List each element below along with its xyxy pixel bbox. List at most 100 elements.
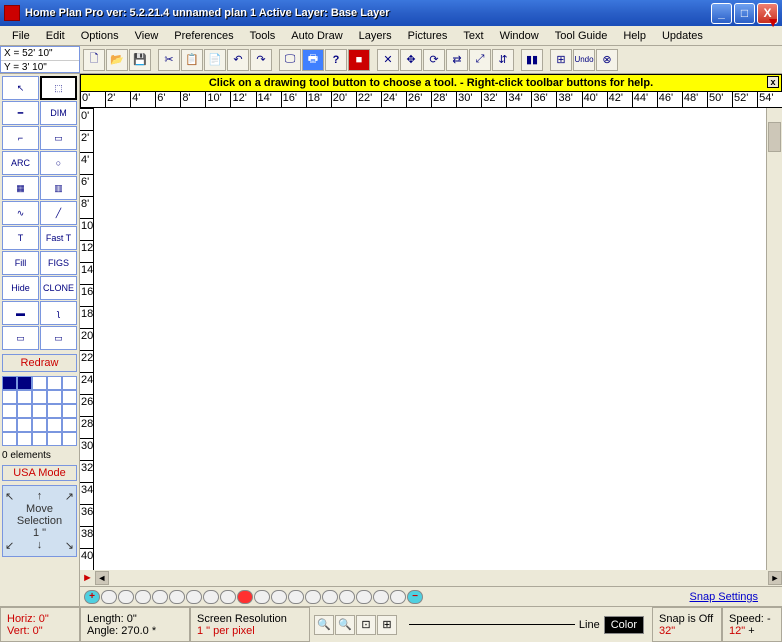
screen-button[interactable]: 🖵 [279,49,301,71]
horizontal-scrollbar[interactable]: ► ◄ ► [80,570,782,586]
vertical-scrollbar[interactable] [766,108,782,570]
help-button[interactable]: ? [325,49,347,71]
flip-button[interactable]: ⇄ [446,49,468,71]
drawing-canvas[interactable] [94,108,766,570]
palette-cell[interactable] [17,376,32,390]
tool-rect[interactable]: ▭ [40,126,77,150]
line-style-display[interactable]: Line Color [401,607,652,642]
menu-layers[interactable]: Layers [351,28,400,44]
usa-mode[interactable]: USA Mode [2,465,77,481]
save-button[interactable]: 💾 [129,49,151,71]
menu-auto-draw[interactable]: Auto Draw [283,28,350,44]
snap-dot-18[interactable] [390,590,406,604]
tool-clone[interactable]: CLONE [40,276,77,300]
palette-cell[interactable] [62,404,77,418]
palette-cell[interactable] [2,404,17,418]
speed-minus[interactable]: - [767,613,771,625]
palette-cell[interactable] [47,390,62,404]
menu-help[interactable]: Help [615,28,654,44]
tool-dim[interactable]: DIM [40,101,77,125]
palette-cell[interactable] [47,376,62,390]
snap-settings-link[interactable]: Snap Settings [690,591,779,603]
menu-file[interactable]: File [4,28,38,44]
arrow-down-icon[interactable]: ↓ [37,539,43,552]
zoom-out-button[interactable]: 🔍 [335,615,355,635]
snap-dot-14[interactable] [322,590,338,604]
palette-cell[interactable] [47,404,62,418]
menu-updates[interactable]: Updates [654,28,711,44]
snap-dot-0[interactable]: + [84,590,100,604]
palette-cell[interactable] [32,404,47,418]
snap-dot-9[interactable] [237,590,253,604]
snap-dot-4[interactable] [152,590,168,604]
palette-cell[interactable] [62,432,77,446]
cut-button[interactable]: ✂ [158,49,180,71]
palette-cell[interactable] [32,418,47,432]
palette-cell[interactable] [62,390,77,404]
snap-dot-5[interactable] [169,590,185,604]
tool-door[interactable]: ⌐ [2,126,39,150]
scroll-thumb[interactable] [768,122,781,152]
palette-cell[interactable] [32,376,47,390]
menu-view[interactable]: View [127,28,167,44]
zoom-100-button[interactable]: ⊞ [377,615,397,635]
copy-button[interactable]: 📋 [181,49,203,71]
undo2-button[interactable]: Undo [573,49,595,71]
layers-button[interactable]: ▮▮ [521,49,543,71]
tool-arc[interactable]: ARC [2,151,39,175]
new-button[interactable]: 🗋 [83,49,105,71]
arrow-down-left-icon[interactable]: ↙ [5,539,14,552]
menu-window[interactable]: Window [492,28,547,44]
minimize-button[interactable]: _ [711,3,732,24]
tool-circle[interactable]: ○ [40,151,77,175]
palette-cell[interactable] [32,432,47,446]
tool-freehand[interactable]: ʅ [40,301,77,325]
arrow-down-right-icon[interactable]: ↘ [65,539,74,552]
palette-cell[interactable] [2,418,17,432]
palette-cell[interactable] [47,432,62,446]
palette-cell[interactable] [2,376,17,390]
zoom-in-button[interactable]: 🔍 [314,615,334,635]
snap-dot-6[interactable] [186,590,202,604]
tool-fast[interactable]: Fast T [40,226,77,250]
tool-select[interactable]: ⬚ [40,76,77,100]
tool-arrow[interactable]: ↖ [2,76,39,100]
scroll-left-button[interactable]: ◄ [95,571,109,585]
tool-figs[interactable]: FIGS [40,251,77,275]
menu-pictures[interactable]: Pictures [400,28,456,44]
snap-dot-15[interactable] [339,590,355,604]
tool-hide[interactable]: Hide [2,276,39,300]
palette-cell[interactable] [2,390,17,404]
menu-tools[interactable]: Tools [242,28,284,44]
align-button[interactable]: ⇵ [492,49,514,71]
tool-window[interactable]: ▥ [40,176,77,200]
tool-box2[interactable]: ▭ [40,326,77,350]
menu-preferences[interactable]: Preferences [166,28,241,44]
tool-curve[interactable]: ∿ [2,201,39,225]
move-button[interactable]: ✥ [400,49,422,71]
print-button[interactable]: 🖶 [302,49,324,71]
scroll-right-button[interactable]: ► [768,571,782,585]
info-button[interactable]: ⊗ [596,49,618,71]
arrow-up-right-icon[interactable]: ↗ [65,490,74,503]
snap-dot-19[interactable]: − [407,590,423,604]
snap-dot-13[interactable] [305,590,321,604]
tool-fill[interactable]: Fill [2,251,39,275]
move-selection-panel[interactable]: ↖↑↗ Move Selection 1 " ↙↓↘ [2,485,77,557]
snap-dot-3[interactable] [135,590,151,604]
palette-cell[interactable] [17,418,32,432]
palette-cell[interactable] [32,390,47,404]
snap-dot-1[interactable] [101,590,117,604]
snap-dot-12[interactable] [288,590,304,604]
snap-dot-2[interactable] [118,590,134,604]
menu-tool-guide[interactable]: Tool Guide [547,28,616,44]
palette-cell[interactable] [17,390,32,404]
tool-wall[interactable]: ━ [2,101,39,125]
palette-cell[interactable] [2,432,17,446]
palette-cell[interactable] [17,404,32,418]
palette-cell[interactable] [47,418,62,432]
palette-cell[interactable] [62,376,77,390]
tool-image[interactable]: ▬ [2,301,39,325]
snap-dot-10[interactable] [254,590,270,604]
maximize-button[interactable]: □ [734,3,755,24]
